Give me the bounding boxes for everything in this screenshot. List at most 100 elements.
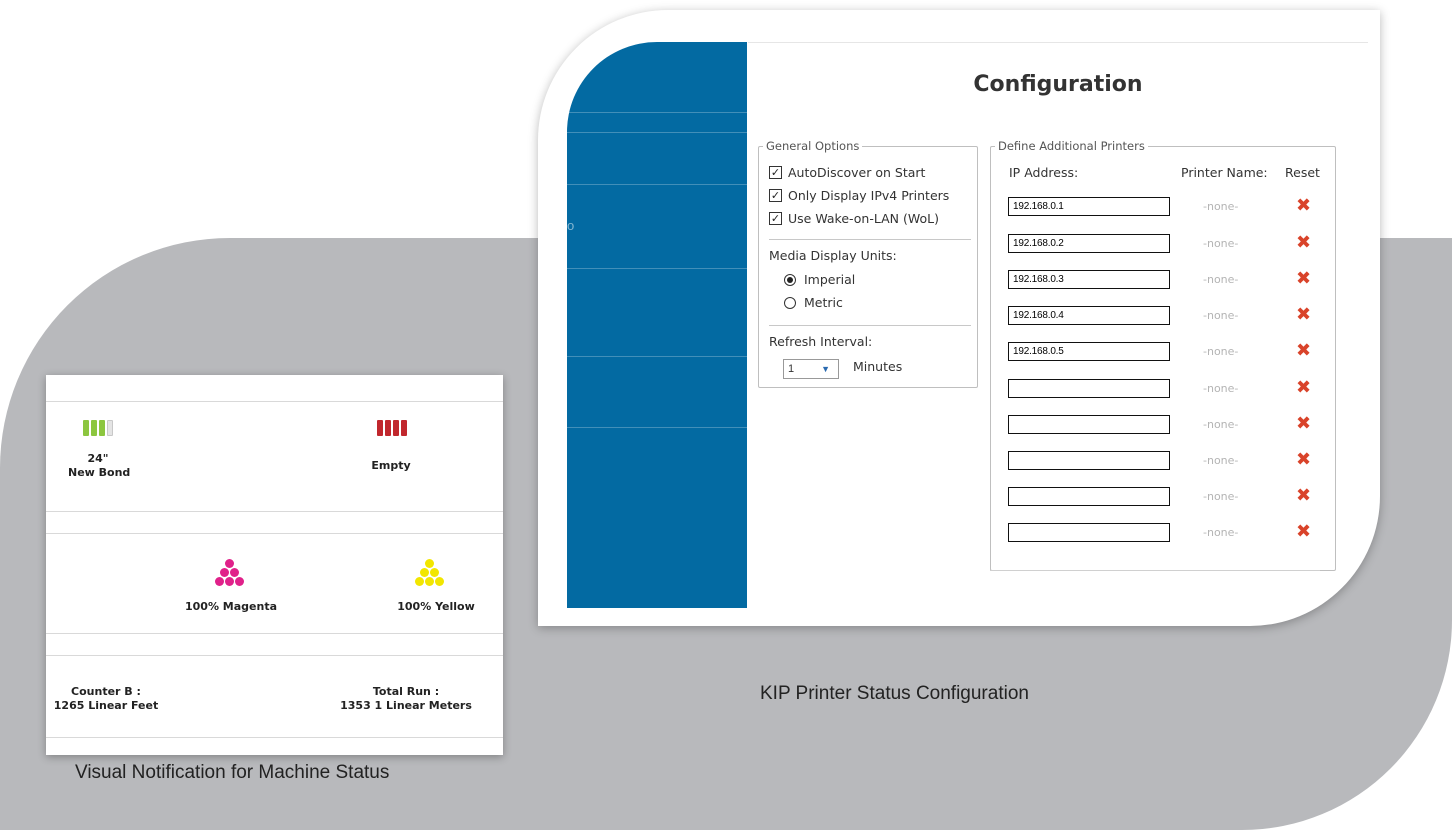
magenta-toner-label: 100% Magenta <box>184 600 278 613</box>
section-divider <box>769 325 971 326</box>
ip-address-input[interactable]: 192.168.0.5 <box>1008 342 1170 361</box>
bottom-divider <box>990 570 1320 571</box>
checkbox-checked-icon[interactable]: ✓ <box>769 188 782 202</box>
sidebar-divider <box>567 132 747 133</box>
reset-column-header: Reset <box>1285 165 1320 180</box>
reset-x-icon[interactable]: ✖ <box>1296 195 1311 216</box>
ip-address-input[interactable]: 192.168.0.2 <box>1008 234 1170 253</box>
machine-status-panel: 24" New Bond Empty 100% Magenta 100% Yel… <box>46 375 503 755</box>
counter-b-value: 1265 Linear Feet <box>53 699 159 712</box>
magenta-toner-icon <box>210 559 250 587</box>
reset-x-icon[interactable]: ✖ <box>1296 377 1311 398</box>
yellow-toner-icon <box>410 559 450 587</box>
ip-address-input[interactable]: 192.168.0.4 <box>1008 306 1170 325</box>
media-units-label: Media Display Units: <box>769 248 897 263</box>
printer-name-value: -none- <box>1203 454 1239 467</box>
roll-1-size: 24" <box>87 452 109 465</box>
reset-x-icon[interactable]: ✖ <box>1296 449 1311 470</box>
configuration-caption: KIP Printer Status Configuration <box>760 683 1029 704</box>
ip-address-column-header: IP Address: <box>1009 165 1079 180</box>
general-options-group: General Options ✓ AutoDiscover on Start … <box>758 139 978 388</box>
ip-address-input[interactable] <box>1008 415 1170 434</box>
general-options-legend: General Options <box>766 139 860 153</box>
metric-radio-row[interactable]: Metric <box>784 295 843 310</box>
ip-address-input[interactable] <box>1008 451 1170 470</box>
section-divider <box>46 737 503 738</box>
refresh-interval-select[interactable]: 1 ▼ <box>783 359 839 379</box>
gauge-bar <box>377 420 383 436</box>
printer-row: 192.168.0.4 -none- ✖ <box>991 304 1337 326</box>
printer-row: -none- ✖ <box>991 521 1337 543</box>
counter-b-label: Counter B : <box>71 685 141 698</box>
printer-row: 192.168.0.5 -none- ✖ <box>991 340 1337 362</box>
reset-x-icon[interactable]: ✖ <box>1296 232 1311 253</box>
gauge-bar <box>99 420 105 436</box>
refresh-interval-value: 1 <box>788 363 795 375</box>
section-divider <box>46 655 503 656</box>
additional-printers-group: Define Additional Printers IP Address: P… <box>990 139 1336 571</box>
reset-x-icon[interactable]: ✖ <box>1296 340 1311 361</box>
roll-level-gauge-2 <box>377 420 407 436</box>
gauge-bar <box>107 420 113 436</box>
printer-name-value: -none- <box>1203 237 1239 250</box>
sidebar-divider <box>567 427 747 428</box>
section-divider <box>46 633 503 634</box>
blue-sidebar: o <box>567 42 747 608</box>
reset-x-icon[interactable]: ✖ <box>1296 521 1311 542</box>
sidebar-divider <box>567 112 747 113</box>
refresh-interval-label: Refresh Interval: <box>769 334 873 349</box>
sidebar-divider <box>567 184 747 185</box>
reset-x-icon[interactable]: ✖ <box>1296 304 1311 325</box>
gauge-bar <box>393 420 399 436</box>
reset-x-icon[interactable]: ✖ <box>1296 485 1311 506</box>
section-divider <box>46 533 503 534</box>
section-divider <box>769 239 971 240</box>
ipv4-only-checkbox-row[interactable]: ✓ Only Display IPv4 Printers <box>769 186 949 204</box>
gauge-bar <box>91 420 97 436</box>
printer-row: -none- ✖ <box>991 485 1337 507</box>
checkbox-checked-icon[interactable]: ✓ <box>769 165 782 179</box>
printer-row: 192.168.0.3 -none- ✖ <box>991 268 1337 290</box>
reset-x-icon[interactable]: ✖ <box>1296 413 1311 434</box>
roll-1-media: New Bond <box>68 466 131 479</box>
radio-selected-icon[interactable] <box>784 273 796 286</box>
checkbox-checked-icon[interactable]: ✓ <box>769 211 782 225</box>
total-run-value: 1353 1 Linear Meters <box>340 699 472 712</box>
autodiscover-checkbox-row[interactable]: ✓ AutoDiscover on Start <box>769 163 925 181</box>
total-run-label: Total Run : <box>372 685 440 698</box>
sidebar-divider <box>567 268 747 269</box>
printer-name-value: -none- <box>1203 309 1239 322</box>
printer-name-value: -none- <box>1203 490 1239 503</box>
printer-name-value: -none- <box>1203 345 1239 358</box>
top-divider <box>748 42 1368 43</box>
printer-name-value: -none- <box>1203 200 1239 213</box>
gauge-bar <box>385 420 391 436</box>
ip-address-input[interactable]: 192.168.0.3 <box>1008 270 1170 289</box>
checkbox-label: Use Wake-on-LAN (WoL) <box>788 210 939 226</box>
checkbox-label: AutoDiscover on Start <box>788 164 926 180</box>
printer-row: 192.168.0.2 -none- ✖ <box>991 232 1337 254</box>
printer-name-value: -none- <box>1203 526 1239 539</box>
ip-address-input[interactable] <box>1008 379 1170 398</box>
ip-address-input[interactable]: 192.168.0.1 <box>1008 197 1170 216</box>
printer-row: -none- ✖ <box>991 449 1337 471</box>
ip-address-input[interactable] <box>1008 523 1170 542</box>
checkbox-label: Only Display IPv4 Printers <box>788 187 950 203</box>
configuration-window: o Configuration General Options ✓ AutoDi… <box>538 10 1380 626</box>
page-title: Configuration <box>973 72 1143 97</box>
imperial-radio-row[interactable]: Imperial <box>784 272 855 287</box>
printer-row: -none- ✖ <box>991 377 1337 399</box>
ip-address-input[interactable] <box>1008 487 1170 506</box>
section-divider <box>46 511 503 512</box>
gauge-bar <box>83 420 89 436</box>
radio-unselected-icon[interactable] <box>784 296 796 309</box>
wake-on-lan-checkbox-row[interactable]: ✓ Use Wake-on-LAN (WoL) <box>769 209 939 227</box>
sidebar-item-label[interactable]: o <box>567 218 574 233</box>
minutes-label: Minutes <box>853 359 903 374</box>
reset-x-icon[interactable]: ✖ <box>1296 268 1311 289</box>
printer-name-column-header: Printer Name: <box>1181 165 1268 180</box>
chevron-down-icon[interactable]: ▼ <box>821 360 830 378</box>
printer-name-value: -none- <box>1203 418 1239 431</box>
printer-row: -none- ✖ <box>991 413 1337 435</box>
section-divider <box>46 401 503 402</box>
